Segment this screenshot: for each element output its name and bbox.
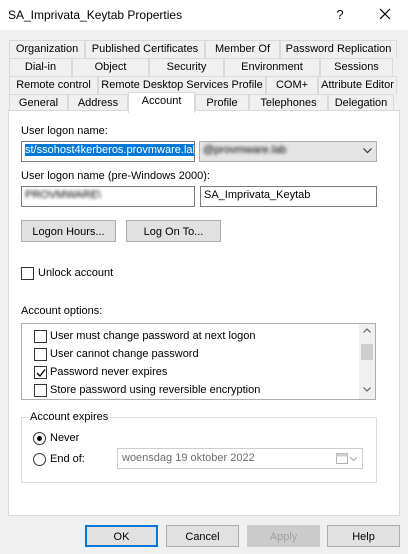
account-option-item[interactable]: User must change password at next logon: [22, 327, 362, 345]
account-option-item[interactable]: User cannot change password: [22, 345, 362, 363]
never-radio[interactable]: [33, 432, 46, 445]
account-option-item[interactable]: Store password using reversible encrypti…: [22, 381, 362, 399]
tab-remote-control[interactable]: Remote control: [9, 76, 98, 94]
never-label: Never: [50, 432, 80, 444]
scroll-thumb[interactable]: [361, 344, 373, 360]
apply-button[interactable]: Apply: [247, 525, 320, 547]
tab-organization[interactable]: Organization: [9, 40, 85, 58]
tab-password-replication[interactable]: Password Replication: [280, 40, 397, 58]
account-option-label: User cannot change password: [50, 348, 199, 360]
logon-name-value: st/ssohost4kerberos.provmware.lab: [25, 144, 194, 156]
pre2000-user-input[interactable]: SA_Imprivata_Keytab: [200, 186, 377, 207]
account-option-label: Password never expires: [50, 366, 168, 378]
logon-name-label: User logon name:: [21, 125, 108, 137]
pre2000-label: User logon name (pre-Windows 2000):: [21, 170, 210, 182]
unlock-account-checkbox[interactable]: [21, 267, 34, 280]
account-expires-label: Account expires: [28, 411, 111, 423]
account-options-list[interactable]: User must change password at next logon U…: [21, 323, 376, 400]
help-title-button[interactable]: ?: [330, 5, 350, 25]
calendar-dropdown-icon[interactable]: [336, 452, 358, 465]
end-of-label: End of:: [50, 453, 85, 465]
cancel-button[interactable]: Cancel: [166, 525, 239, 547]
account-option-label: Store password using reversible encrypti…: [50, 384, 261, 396]
pre2000-domain-input[interactable]: PROVMWARE\: [21, 186, 195, 207]
radio-selected-dot: [37, 436, 42, 441]
logon-hours-button[interactable]: Logon Hours...: [21, 220, 116, 242]
logon-name-input[interactable]: st/ssohost4kerberos.provmware.lab: [21, 141, 195, 162]
account-option-item[interactable]: Password never expires: [22, 363, 362, 381]
help-button[interactable]: Help: [327, 525, 400, 547]
tab-object[interactable]: Object: [72, 58, 149, 76]
account-option-checkbox[interactable]: [34, 384, 47, 397]
end-of-radio[interactable]: [33, 453, 46, 466]
tab-dial-in[interactable]: Dial-in: [9, 58, 72, 76]
account-option-checkbox[interactable]: [34, 330, 47, 343]
tab-sessions[interactable]: Sessions: [320, 58, 393, 76]
close-icon: [379, 8, 391, 20]
account-option-checkbox[interactable]: [34, 366, 47, 379]
checkmark-icon: [36, 369, 46, 378]
log-on-to-button[interactable]: Log On To...: [126, 220, 221, 242]
scroll-up-icon[interactable]: [363, 328, 371, 333]
title-bar: SA_Imprivata_Keytab Properties ?: [0, 0, 408, 30]
account-option-checkbox[interactable]: [34, 348, 47, 361]
unlock-account-label: Unlock account: [38, 267, 114, 279]
tab-attribute-editor[interactable]: Attribute Editor: [318, 76, 397, 94]
end-date-value: woensdag 19 oktober 2022: [122, 452, 255, 464]
window-title: SA_Imprivata_Keytab Properties: [8, 8, 183, 22]
close-button[interactable]: [368, 2, 402, 28]
pre2000-domain-value: PROVMWARE\: [25, 189, 101, 201]
account-options-label: Account options:: [21, 305, 103, 317]
end-date-picker[interactable]: woensdag 19 oktober 2022: [117, 448, 363, 469]
scroll-down-icon[interactable]: [363, 387, 371, 392]
tab-environment[interactable]: Environment: [224, 58, 320, 76]
domain-suffix-select[interactable]: @provmware.lab: [199, 141, 377, 162]
tab-published-certificates[interactable]: Published Certificates: [85, 40, 205, 58]
tab-security[interactable]: Security: [149, 58, 224, 76]
chevron-down-icon: [363, 148, 372, 154]
account-option-label: User must change password at next logon: [50, 330, 256, 342]
tab-account[interactable]: Account: [128, 92, 195, 113]
tab-com[interactable]: COM+: [266, 76, 318, 94]
ok-button[interactable]: OK: [85, 525, 158, 547]
domain-suffix-value: @provmware.lab: [203, 144, 287, 156]
pre2000-user-value: SA_Imprivata_Keytab: [204, 189, 311, 201]
tab-member-of[interactable]: Member Of: [205, 40, 280, 58]
options-scrollbar[interactable]: [359, 324, 375, 399]
